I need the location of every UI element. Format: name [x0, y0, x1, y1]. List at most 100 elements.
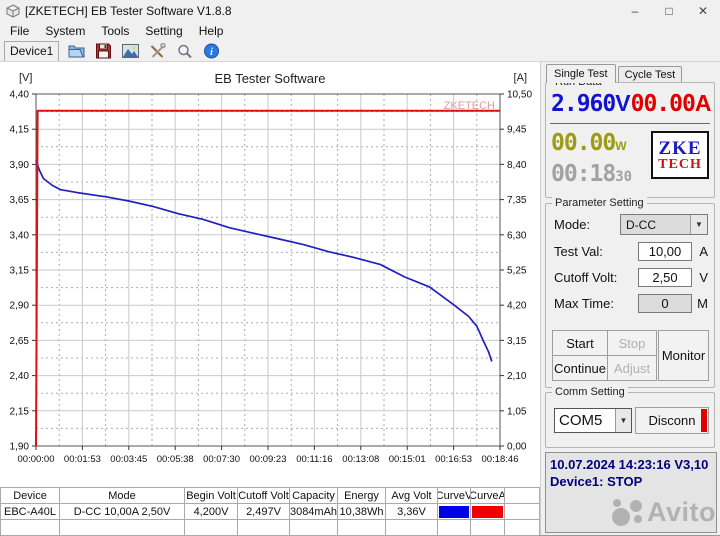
- image-export-icon[interactable]: [120, 42, 140, 60]
- menu-system[interactable]: System: [37, 23, 93, 39]
- max-time-unit: M: [697, 296, 708, 311]
- table-row[interactable]: EBC-A40L D-CC 10,00A 2,50V 4,200V 2,497V 308…: [1, 504, 540, 520]
- device-tab[interactable]: Device1: [4, 40, 60, 61]
- menu-help[interactable]: Help: [191, 23, 232, 39]
- column-header: Energy: [338, 488, 386, 504]
- tab-cycle-test[interactable]: Cycle Test: [617, 66, 683, 83]
- maximize-button[interactable]: □: [652, 0, 686, 22]
- x-axis-tick-label: 00:00:00: [18, 454, 55, 465]
- right-axis-tick-label: 8,40: [507, 160, 527, 171]
- table-cell: [238, 520, 290, 536]
- table-cell: 3084mAh: [290, 504, 338, 520]
- zoom-icon[interactable]: [174, 42, 194, 60]
- test-val-input[interactable]: 10,00: [638, 242, 692, 261]
- cutoff-volt-input[interactable]: 2,50: [638, 268, 692, 287]
- mode-label: Mode:: [554, 217, 591, 232]
- test-mode-tabs: Single Test Cycle Test: [546, 64, 684, 83]
- right-axis-tick-label: 6,30: [507, 230, 527, 241]
- disconnect-button[interactable]: Disconn: [635, 407, 709, 434]
- comm-setting-legend: Comm Setting: [552, 386, 628, 398]
- test-val-label: Test Val:: [554, 244, 603, 259]
- table-cell: [471, 520, 505, 536]
- zketech-logo: ZKE TECH: [651, 131, 709, 179]
- column-header: CurveA: [471, 488, 505, 504]
- column-header: Begin Volt: [185, 488, 238, 504]
- chart-panel: EB Tester Software [V] [A] 00:00:00 00:01…: [0, 62, 540, 487]
- table-cell: [386, 520, 438, 536]
- stop-button[interactable]: Stop: [607, 330, 657, 356]
- table-cell: [1, 520, 60, 536]
- mode-select[interactable]: D-CC ▼: [620, 214, 708, 235]
- chevron-down-icon[interactable]: ▼: [615, 409, 631, 432]
- connection-status-indicator: [701, 409, 707, 432]
- right-axis-tick-label: 0,00: [507, 442, 527, 453]
- x-axis-tick-label: 00:13:08: [342, 454, 379, 465]
- svg-text:i: i: [210, 47, 213, 58]
- table-cell: [505, 504, 540, 520]
- column-header: Device: [1, 488, 60, 504]
- parameter-setting-group: Parameter Setting Mode: D-CC ▼ Test Val:…: [545, 197, 715, 388]
- minimize-button[interactable]: –: [618, 0, 652, 22]
- cutoff-volt-label: Cutoff Volt:: [554, 270, 618, 285]
- left-axis-tick-label: 3,90: [10, 160, 30, 171]
- max-time-label: Max Time:: [554, 296, 614, 311]
- tools-icon[interactable]: [147, 42, 167, 60]
- table-cell: [505, 520, 540, 536]
- start-button[interactable]: Start: [552, 330, 608, 356]
- cutoff-volt-unit: V: [699, 270, 708, 285]
- table-row[interactable]: [1, 520, 540, 536]
- left-axis-tick-label: 3,65: [10, 195, 30, 206]
- column-header: CurveV: [438, 488, 471, 504]
- open-folder-icon[interactable]: [66, 42, 86, 60]
- x-axis-tick-label: 00:16:53: [435, 454, 472, 465]
- current-display: 00.00A: [630, 90, 712, 117]
- right-axis-tick-label: 3,15: [507, 336, 527, 347]
- results-table: Device Mode Begin Volt Cutoff Volt Capacity E…: [0, 487, 540, 536]
- com-port-select[interactable]: COM5 ▼: [554, 408, 632, 433]
- discharge-chart: 00:00:00 00:01:53 00:03:45 00:05:38 00:07:30…: [10, 90, 533, 466]
- log-line-timestamp: 10.07.2024 14:23:16 V3,10: [550, 457, 709, 472]
- table-cell: [438, 520, 471, 536]
- right-axis-tick-label: 2,10: [507, 371, 527, 382]
- max-time-input[interactable]: 0: [638, 294, 692, 313]
- tab-single-test[interactable]: Single Test: [546, 64, 616, 83]
- power-display: 00.00W: [551, 130, 627, 156]
- info-icon[interactable]: i: [201, 42, 221, 60]
- curve-color-swatch: [471, 504, 505, 520]
- table-header-row: Device Mode Begin Volt Cutoff Volt Capacity E…: [1, 488, 540, 504]
- save-icon[interactable]: [93, 42, 113, 60]
- adjust-button[interactable]: Adjust: [607, 355, 657, 381]
- time-display: 00:1830: [551, 161, 633, 187]
- right-axis-tick-label: 5,25: [507, 266, 527, 277]
- right-axis-tick-label: 1,05: [507, 406, 527, 417]
- menu-file[interactable]: File: [2, 23, 37, 39]
- table-cell: [338, 520, 386, 536]
- x-axis-tick-label: 00:09:23: [250, 454, 287, 465]
- x-axis-tick-label: 00:01:53: [64, 454, 101, 465]
- curve-color-swatch: [438, 504, 471, 520]
- menu-tools[interactable]: Tools: [93, 23, 137, 39]
- x-axis-tick-label: 00:05:38: [157, 454, 194, 465]
- run-data-group: Run Data 2.960V 00.00A 00.00W 00:1830 ZK…: [545, 76, 715, 198]
- left-axis-tick-label: 1,90: [10, 442, 30, 453]
- x-axis-tick-label: 00:11:16: [296, 454, 332, 465]
- toolbar: Device1 i: [0, 40, 720, 62]
- left-axis-tick-label: 3,15: [10, 266, 30, 277]
- continue-button[interactable]: Continue: [552, 355, 608, 381]
- column-header: [505, 488, 540, 504]
- right-axis-tick-label: 9,45: [507, 125, 527, 136]
- table-cell: EBC-A40L: [1, 504, 60, 520]
- status-log: 10.07.2024 14:23:16 V3,10 Device1: STOP …: [545, 452, 717, 533]
- menu-setting[interactable]: Setting: [137, 23, 190, 39]
- table-cell: 10,38Wh: [338, 504, 386, 520]
- x-axis-tick-label: 00:18:46: [482, 454, 519, 465]
- right-axis-tick-label: 4,20: [507, 301, 527, 312]
- chevron-down-icon[interactable]: ▼: [690, 215, 707, 234]
- right-axis-tick-label: 10,50: [507, 90, 532, 101]
- left-axis-tick-label: 3,40: [10, 230, 30, 241]
- monitor-button[interactable]: Monitor: [658, 330, 709, 381]
- x-axis-tick-label: 00:07:30: [203, 454, 240, 465]
- log-line-device-status: Device1: STOP: [550, 474, 643, 489]
- left-axis-tick-label: 2,40: [10, 371, 30, 382]
- close-button[interactable]: ✕: [686, 0, 720, 22]
